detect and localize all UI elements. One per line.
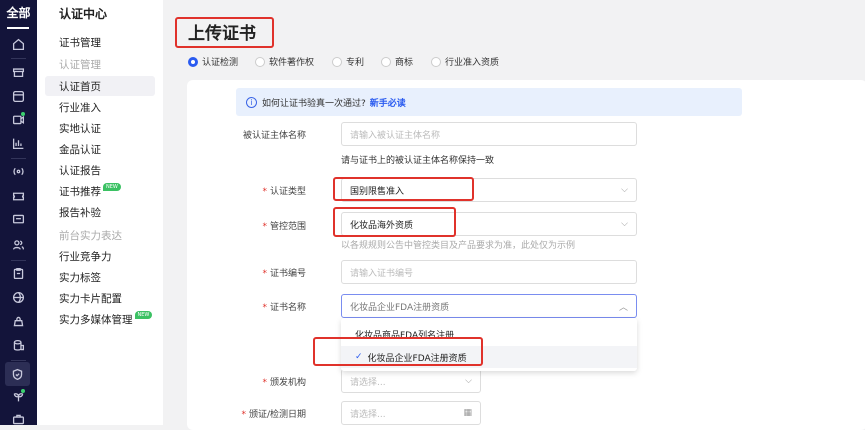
beginner-guide-link[interactable]: 新手必读: [370, 96, 406, 109]
nav-group-label: 前台实力表达: [59, 228, 122, 243]
nav-item-label: 行业竞争力: [59, 251, 112, 263]
nav-item[interactable]: 证书管理: [59, 35, 101, 50]
nav-item-label: 实力卡片配置: [59, 293, 122, 305]
coins-icon[interactable]: [9, 336, 28, 355]
highlight-box: [333, 207, 456, 237]
radio-icon: [332, 56, 342, 67]
nav-item-label: 认证报告: [59, 165, 101, 177]
subject-input[interactable]: 请输入被认证主体名称: [341, 122, 637, 146]
chevron-down-icon: ⌵: [621, 219, 628, 229]
ticket-icon[interactable]: [9, 187, 28, 206]
highlight-box: [333, 177, 474, 201]
tab-label: 专利: [346, 58, 365, 68]
notification-dot: [21, 389, 25, 393]
store-icon[interactable]: [9, 62, 28, 81]
tab-radio[interactable]: 认证检测: [188, 55, 238, 68]
chevron-down-icon: ⌵: [465, 376, 472, 386]
tab-radio[interactable]: 行业准入资质: [431, 55, 499, 68]
cert-no-input[interactable]: 请输入证书编号: [341, 260, 637, 284]
nav-item[interactable]: 认证报告: [59, 163, 101, 178]
nav-item-label: 实地认证: [59, 123, 101, 135]
new-badge: NEW: [134, 311, 153, 319]
briefcase-icon[interactable]: [9, 410, 28, 429]
new-badge: NEW: [103, 183, 121, 191]
video-icon[interactable]: [9, 110, 28, 129]
nav-item-label: 报告补验: [59, 207, 101, 219]
tab-label: 行业准入资质: [445, 58, 500, 68]
bag-icon[interactable]: [9, 312, 28, 331]
broadcast-icon[interactable]: [9, 162, 28, 181]
date-picker[interactable]: 请选择... ▦: [341, 401, 481, 425]
type-label: * 认证类型: [262, 187, 306, 197]
rail-divider: [11, 360, 26, 361]
nav-item[interactable]: 金品认证: [59, 142, 101, 157]
window-icon[interactable]: [9, 87, 28, 106]
message-icon[interactable]: [9, 210, 28, 229]
globe-icon[interactable]: [9, 288, 28, 307]
nav-item[interactable]: 行业准入: [59, 100, 101, 115]
home-icon[interactable]: [9, 35, 28, 54]
nav-item[interactable]: 报告补验: [59, 205, 101, 220]
info-icon: i: [246, 96, 257, 108]
radio-icon: [255, 56, 265, 67]
subject-hint: 请与证书上的被认证主体名称保持一致: [341, 156, 495, 166]
nav-item[interactable]: 实力标签: [59, 270, 101, 285]
radio-icon: [431, 56, 441, 67]
nav-item-label: 实力标签: [59, 272, 101, 284]
chart-icon[interactable]: [9, 134, 28, 153]
nav-item[interactable]: 证书推荐 NEW: [59, 183, 121, 199]
rail-divider: [11, 158, 26, 159]
icon-rail: 全部: [0, 0, 37, 425]
chevron-up-icon: ︿: [618, 302, 628, 313]
calendar-icon: ▦: [463, 408, 472, 418]
active-underline: [7, 27, 29, 29]
nav-item-label: 实力多媒体管理: [59, 314, 133, 326]
cert-name-label: * 证书名称: [262, 303, 306, 313]
radio-icon: [188, 56, 198, 67]
scope-label: * 管控范围: [262, 222, 306, 232]
nav-item-label: 证书推荐: [59, 186, 101, 198]
users-icon[interactable]: [9, 235, 28, 254]
nav-item[interactable]: 实力卡片配置: [59, 291, 122, 306]
rail-divider: [11, 260, 26, 261]
radio-icon: [381, 56, 391, 67]
nav-item-label: 认证首页: [59, 81, 101, 93]
nav-item-label: 行业准入: [59, 102, 101, 114]
tab-radio[interactable]: 专利: [332, 55, 364, 68]
tab-label: 软件著作权: [269, 58, 315, 68]
date-label: * 颁证/检测日期: [241, 410, 306, 420]
rail-divider: [11, 58, 26, 59]
nav-item[interactable]: 行业竞争力: [59, 249, 112, 264]
tab-label: 商标: [395, 58, 414, 68]
nav-title: 认证中心: [59, 7, 108, 21]
info-banner: i 如何让证书验真一次通过? 新手必读: [236, 88, 742, 116]
issuer-select[interactable]: 请选择... ⌵: [341, 369, 481, 393]
secondary-nav: 认证中心 证书管理 认证管理 认证首页 行业准入 实地认证 金品认证 认证报告 证书推荐 NEW…: [37, 0, 163, 425]
clipboard-icon[interactable]: [9, 264, 28, 283]
nav-item[interactable]: 实地认证: [59, 121, 101, 136]
tab-label: 认证检测: [202, 58, 239, 68]
nav-group-label: 认证管理: [59, 57, 101, 72]
tab-radio[interactable]: 商标: [381, 55, 413, 68]
nav-item[interactable]: 认证首页: [59, 79, 101, 94]
cert-no-label: * 证书编号: [262, 269, 306, 279]
highlight-box: [313, 337, 483, 366]
subject-label: 被认证主体名称: [242, 131, 306, 141]
scope-hint: 以各规规则公告中管控类目及产品要求为准，此处仅为示例: [341, 241, 576, 251]
issuer-label: * 颁发机构: [262, 378, 306, 388]
nav-item-label: 证书管理: [59, 37, 101, 49]
tab-radio[interactable]: 软件著作权: [255, 55, 314, 68]
nav-item-label: 金品认证: [59, 144, 101, 156]
cert-name-select[interactable]: 化妆品企业FDA注册资质 ︿: [341, 294, 637, 318]
sprout-icon[interactable]: [9, 387, 28, 406]
nav-item[interactable]: 实力多媒体管理 NEW: [59, 311, 153, 327]
chevron-down-icon: ⌵: [621, 185, 628, 195]
banner-text: 如何让证书验真一次通过?: [262, 98, 366, 109]
highlight-box: [175, 17, 274, 48]
all-menu-button[interactable]: 全部: [0, 4, 37, 21]
nav-item-label: 前台实力表达: [59, 230, 122, 242]
shield-check-icon[interactable]: [5, 362, 30, 386]
notification-dot: [21, 112, 25, 116]
nav-item-label: 认证管理: [59, 59, 101, 71]
